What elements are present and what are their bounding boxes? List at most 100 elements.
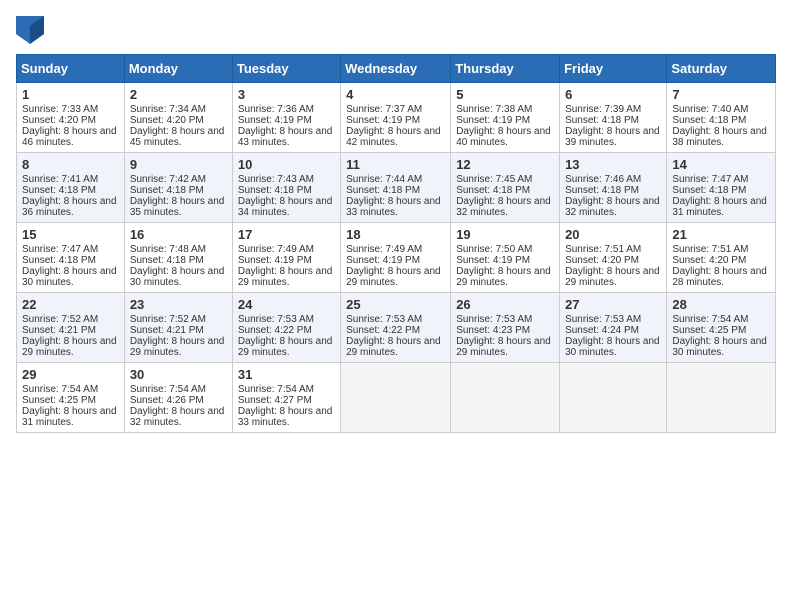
sunrise-text: Sunrise: 7:34 AM: [130, 104, 206, 115]
sunset-text: Sunset: 4:20 PM: [22, 115, 96, 126]
daylight-text: Daylight: 8 hours and 35 minutes.: [130, 196, 225, 218]
calendar-day-cell: 6 Sunrise: 7:39 AMSunset: 4:18 PMDaylight…: [560, 83, 667, 153]
sunrise-text: Sunrise: 7:46 AM: [565, 174, 641, 185]
day-number: 22: [22, 297, 119, 312]
daylight-text: Daylight: 8 hours and 43 minutes.: [238, 126, 333, 148]
calendar-day-header: Thursday: [451, 55, 560, 83]
sunrise-text: Sunrise: 7:48 AM: [130, 244, 206, 255]
sunrise-text: Sunrise: 7:41 AM: [22, 174, 98, 185]
day-number: 31: [238, 367, 335, 382]
daylight-text: Daylight: 8 hours and 28 minutes.: [672, 266, 767, 288]
daylight-text: Daylight: 8 hours and 39 minutes.: [565, 126, 660, 148]
day-number: 25: [346, 297, 445, 312]
page-header: [16, 16, 776, 44]
day-number: 18: [346, 227, 445, 242]
day-number: 24: [238, 297, 335, 312]
sunset-text: Sunset: 4:18 PM: [238, 185, 312, 196]
sunrise-text: Sunrise: 7:40 AM: [672, 104, 748, 115]
calendar-day-cell: 20Sunrise: 7:51 AMSunset: 4:20 PMDayligh…: [560, 223, 667, 293]
day-number: 16: [130, 227, 227, 242]
sunset-text: Sunset: 4:26 PM: [130, 395, 204, 406]
sunrise-text: Sunrise: 7:42 AM: [130, 174, 206, 185]
day-number: 10: [238, 157, 335, 172]
sunrise-text: Sunrise: 7:51 AM: [565, 244, 641, 255]
calendar-day-cell: 10Sunrise: 7:43 AMSunset: 4:18 PMDayligh…: [232, 153, 340, 223]
sunrise-text: Sunrise: 7:47 AM: [22, 244, 98, 255]
sunset-text: Sunset: 4:22 PM: [238, 325, 312, 336]
calendar-day-cell: 1Sunrise: 7:33 AMSunset: 4:20 PMDaylight…: [17, 83, 125, 153]
daylight-text: Daylight: 8 hours and 46 minutes.: [22, 126, 117, 148]
daylight-text: Daylight: 8 hours and 40 minutes.: [456, 126, 551, 148]
sunrise-text: Sunrise: 7:47 AM: [672, 174, 748, 185]
calendar-header-row: SundayMondayTuesdayWednesdayThursdayFrid…: [17, 55, 776, 83]
day-number: 6: [565, 87, 661, 102]
sunrise-text: Sunrise: 7:38 AM: [456, 104, 532, 115]
calendar-day-header: Saturday: [667, 55, 776, 83]
sunset-text: Sunset: 4:25 PM: [672, 325, 746, 336]
daylight-text: Daylight: 8 hours and 29 minutes.: [565, 266, 660, 288]
sunrise-text: Sunrise: 7:53 AM: [456, 314, 532, 325]
day-number: 7: [672, 87, 770, 102]
sunset-text: Sunset: 4:18 PM: [130, 255, 204, 266]
calendar-week-row: 29Sunrise: 7:54 AMSunset: 4:25 PMDayligh…: [17, 363, 776, 433]
calendar-day-cell: 16Sunrise: 7:48 AMSunset: 4:18 PMDayligh…: [124, 223, 232, 293]
calendar-day-header: Wednesday: [341, 55, 451, 83]
sunset-text: Sunset: 4:20 PM: [565, 255, 639, 266]
calendar-week-row: 8Sunrise: 7:41 AMSunset: 4:18 PMDaylight…: [17, 153, 776, 223]
sunrise-text: Sunrise: 7:54 AM: [130, 384, 206, 395]
sunrise-text: Sunrise: 7:52 AM: [130, 314, 206, 325]
calendar-day-cell: 11Sunrise: 7:44 AMSunset: 4:18 PMDayligh…: [341, 153, 451, 223]
sunrise-text: Sunrise: 7:51 AM: [672, 244, 748, 255]
daylight-text: Daylight: 8 hours and 32 minutes.: [130, 406, 225, 428]
calendar-day-header: Tuesday: [232, 55, 340, 83]
sunrise-text: Sunrise: 7:54 AM: [22, 384, 98, 395]
day-number: 3: [238, 87, 335, 102]
sunrise-text: Sunrise: 7:53 AM: [238, 314, 314, 325]
daylight-text: Daylight: 8 hours and 32 minutes.: [565, 196, 660, 218]
logo-icon: [16, 16, 44, 44]
sunrise-text: Sunrise: 7:39 AM: [565, 104, 641, 115]
sunrise-text: Sunrise: 7:49 AM: [238, 244, 314, 255]
sunrise-text: Sunrise: 7:50 AM: [456, 244, 532, 255]
calendar-day-cell: [667, 363, 776, 433]
sunset-text: Sunset: 4:18 PM: [672, 185, 746, 196]
calendar-day-cell: [451, 363, 560, 433]
calendar-day-cell: [560, 363, 667, 433]
daylight-text: Daylight: 8 hours and 36 minutes.: [22, 196, 117, 218]
day-number: 4: [346, 87, 445, 102]
day-number: 12: [456, 157, 554, 172]
day-number: 5: [456, 87, 554, 102]
sunrise-text: Sunrise: 7:54 AM: [238, 384, 314, 395]
sunset-text: Sunset: 4:21 PM: [130, 325, 204, 336]
daylight-text: Daylight: 8 hours and 42 minutes.: [346, 126, 441, 148]
sunset-text: Sunset: 4:18 PM: [565, 115, 639, 126]
sunset-text: Sunset: 4:20 PM: [130, 115, 204, 126]
day-number: 29: [22, 367, 119, 382]
daylight-text: Daylight: 8 hours and 29 minutes.: [130, 336, 225, 358]
day-number: 27: [565, 297, 661, 312]
daylight-text: Daylight: 8 hours and 29 minutes.: [346, 336, 441, 358]
sunset-text: Sunset: 4:18 PM: [130, 185, 204, 196]
calendar-day-cell: 9Sunrise: 7:42 AMSunset: 4:18 PMDaylight…: [124, 153, 232, 223]
day-number: 23: [130, 297, 227, 312]
day-number: 14: [672, 157, 770, 172]
daylight-text: Daylight: 8 hours and 30 minutes.: [22, 266, 117, 288]
calendar-day-cell: 21Sunrise: 7:51 AMSunset: 4:20 PMDayligh…: [667, 223, 776, 293]
calendar-week-row: 22Sunrise: 7:52 AMSunset: 4:21 PMDayligh…: [17, 293, 776, 363]
day-number: 13: [565, 157, 661, 172]
day-number: 1: [22, 87, 119, 102]
day-number: 8: [22, 157, 119, 172]
sunset-text: Sunset: 4:19 PM: [456, 255, 530, 266]
day-number: 2: [130, 87, 227, 102]
daylight-text: Daylight: 8 hours and 29 minutes.: [346, 266, 441, 288]
daylight-text: Daylight: 8 hours and 30 minutes.: [565, 336, 660, 358]
calendar-day-cell: 28Sunrise: 7:54 AMSunset: 4:25 PMDayligh…: [667, 293, 776, 363]
calendar-day-cell: 17Sunrise: 7:49 AMSunset: 4:19 PMDayligh…: [232, 223, 340, 293]
daylight-text: Daylight: 8 hours and 31 minutes.: [672, 196, 767, 218]
calendar-day-header: Friday: [560, 55, 667, 83]
daylight-text: Daylight: 8 hours and 29 minutes.: [456, 336, 551, 358]
calendar-day-cell: 14 Sunrise: 7:47 AMSunset: 4:18 PMDayligh…: [667, 153, 776, 223]
day-number: 30: [130, 367, 227, 382]
sunset-text: Sunset: 4:19 PM: [346, 255, 420, 266]
sunset-text: Sunset: 4:25 PM: [22, 395, 96, 406]
